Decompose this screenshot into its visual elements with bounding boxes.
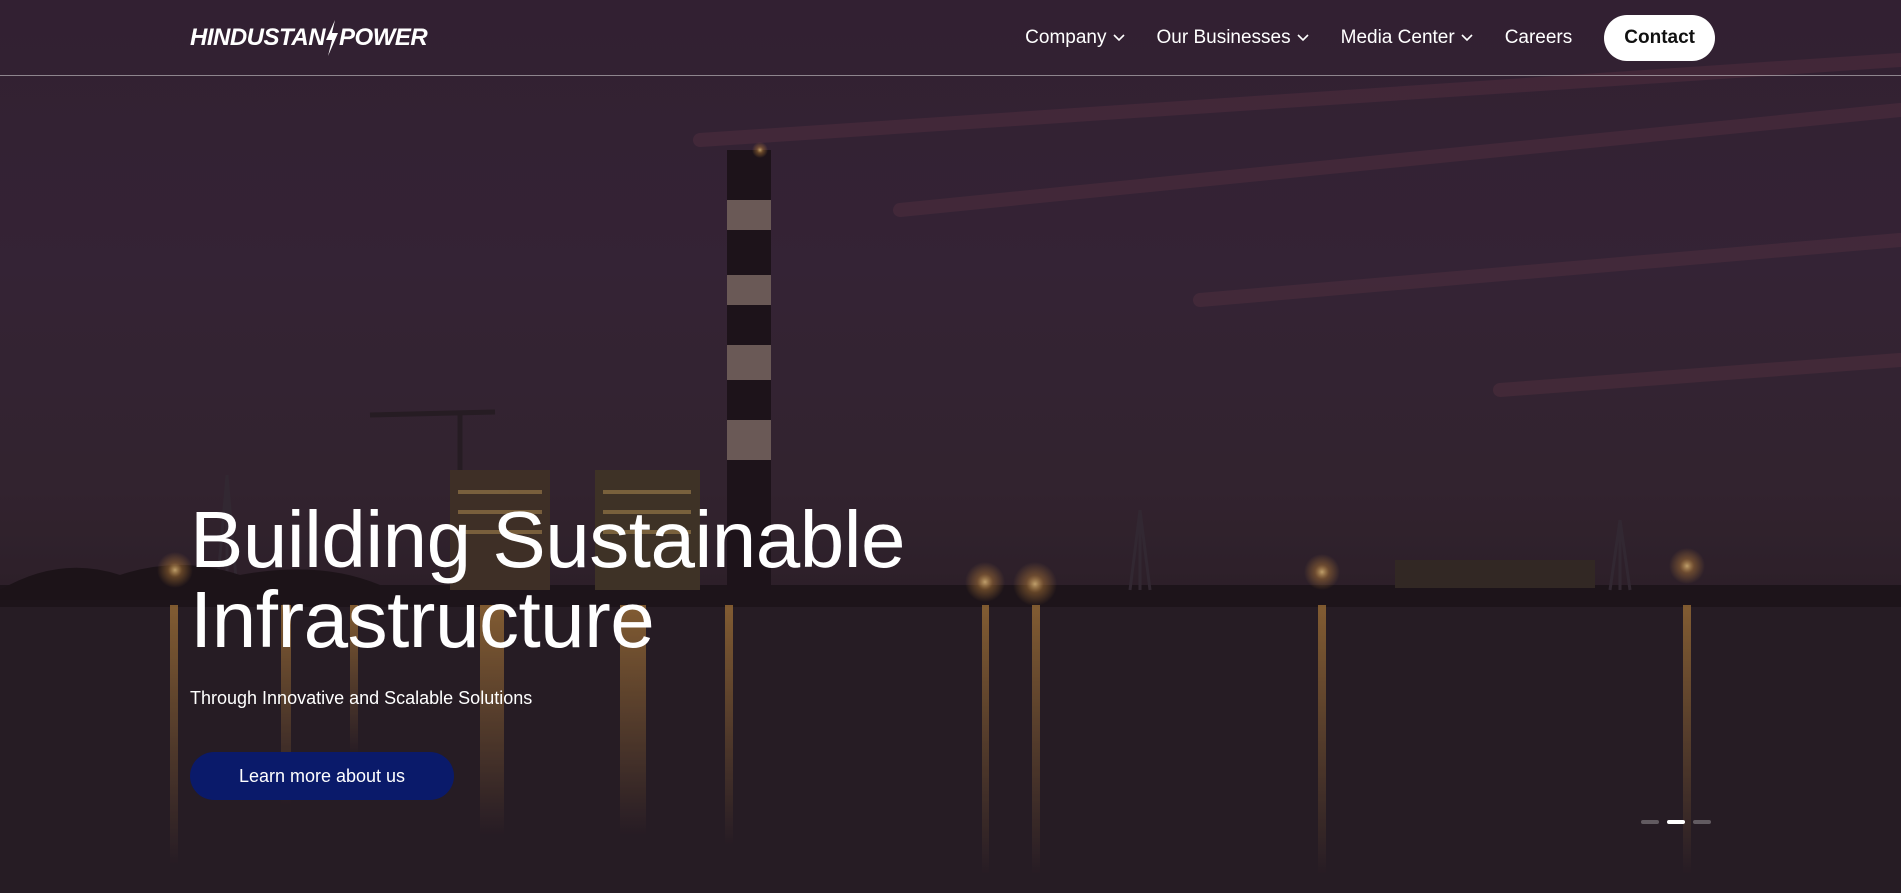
nav-item-media-center[interactable]: Media Center — [1341, 27, 1473, 49]
nav-item-label: Careers — [1504, 27, 1573, 48]
logo-text-right: POWER — [339, 24, 428, 51]
hero-subheadline: Through Innovative and Scalable Solution… — [190, 688, 533, 708]
learn-more-button[interactable]: Learn more about us — [190, 752, 454, 800]
hindustan-power-logo[interactable]: HINDUSTAN POWER — [190, 20, 450, 56]
slider-dot-2[interactable] — [1667, 820, 1685, 824]
nav-item-label: Media Center — [1340, 27, 1455, 48]
chevron-down-icon — [1297, 34, 1309, 42]
main-nav: Company Our Businesses Media Center Care… — [1025, 0, 1901, 76]
nav-item-our-businesses[interactable]: Our Businesses — [1157, 27, 1309, 49]
nav-item-label: Company — [1025, 27, 1107, 48]
hero-headline-line1: Building Sustainable — [190, 495, 905, 584]
slider-dot-3[interactable] — [1693, 820, 1711, 824]
hero-headline-line2: Infrastructure — [190, 575, 655, 664]
contact-button[interactable]: Contact — [1604, 15, 1715, 61]
site-header: HINDUSTAN POWER Company Our Businesses M… — [0, 0, 1901, 76]
nav-item-careers[interactable]: Careers — [1505, 27, 1573, 49]
nav-item-label: Our Businesses — [1156, 27, 1291, 48]
slider-pagination — [1641, 820, 1711, 824]
hero-section: HINDUSTAN POWER Company Our Businesses M… — [0, 0, 1901, 893]
chevron-down-icon — [1461, 34, 1473, 42]
hero-headline: Building Sustainable Infrastructure — [190, 500, 1090, 660]
logo-text-left: HINDUSTAN — [190, 24, 326, 51]
slider-dot-1[interactable] — [1641, 820, 1659, 824]
chevron-down-icon — [1112, 34, 1125, 42]
nav-item-company[interactable]: Company — [1025, 27, 1125, 49]
